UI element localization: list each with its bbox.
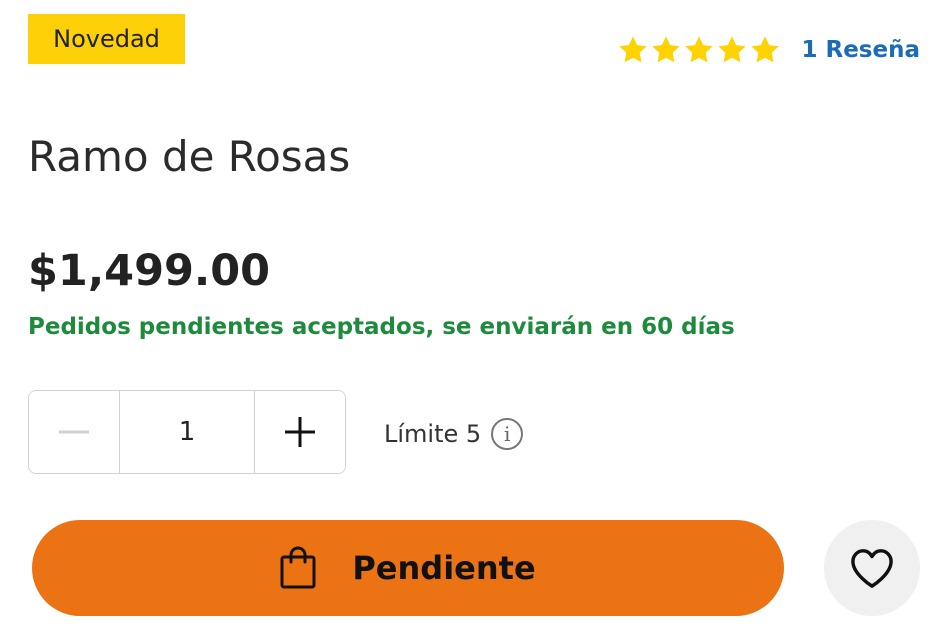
increase-quantity-button[interactable] (255, 391, 345, 473)
availability-message: Pedidos pendientes aceptados, se enviará… (28, 314, 735, 340)
quantity-input[interactable]: 1 (119, 391, 255, 473)
product-title: Ramo de Rosas (28, 132, 351, 181)
star-icon (619, 36, 648, 63)
minus-icon (59, 430, 89, 434)
quantity-limit: Límite 5 i (384, 418, 524, 450)
quantity-limit-label: Límite 5 (384, 420, 482, 448)
star-icon (685, 36, 714, 63)
product-panel: Novedad 1 Reseña Ramo de Rosas $1,499.00… (0, 0, 934, 642)
decrease-quantity-button[interactable] (29, 391, 119, 473)
rating-stars (617, 34, 781, 66)
add-to-wishlist-button[interactable] (824, 520, 920, 616)
star-icon (718, 36, 747, 63)
quantity-stepper: 1 (28, 390, 346, 474)
backorder-button[interactable]: Pendiente (32, 520, 784, 616)
shopping-bag-icon (280, 546, 316, 589)
product-price: $1,499.00 (28, 246, 271, 296)
star-icon (652, 36, 681, 63)
heart-icon (851, 549, 893, 588)
rating: 1 Reseña (617, 32, 920, 68)
reviews-link[interactable]: 1 Reseña (801, 37, 920, 63)
backorder-button-label: Pendiente (352, 549, 536, 587)
new-badge: Novedad (28, 14, 185, 64)
star-icon (751, 36, 780, 63)
plus-icon (285, 417, 315, 447)
new-badge-label: Novedad (53, 25, 160, 53)
info-icon[interactable]: i (491, 418, 524, 450)
